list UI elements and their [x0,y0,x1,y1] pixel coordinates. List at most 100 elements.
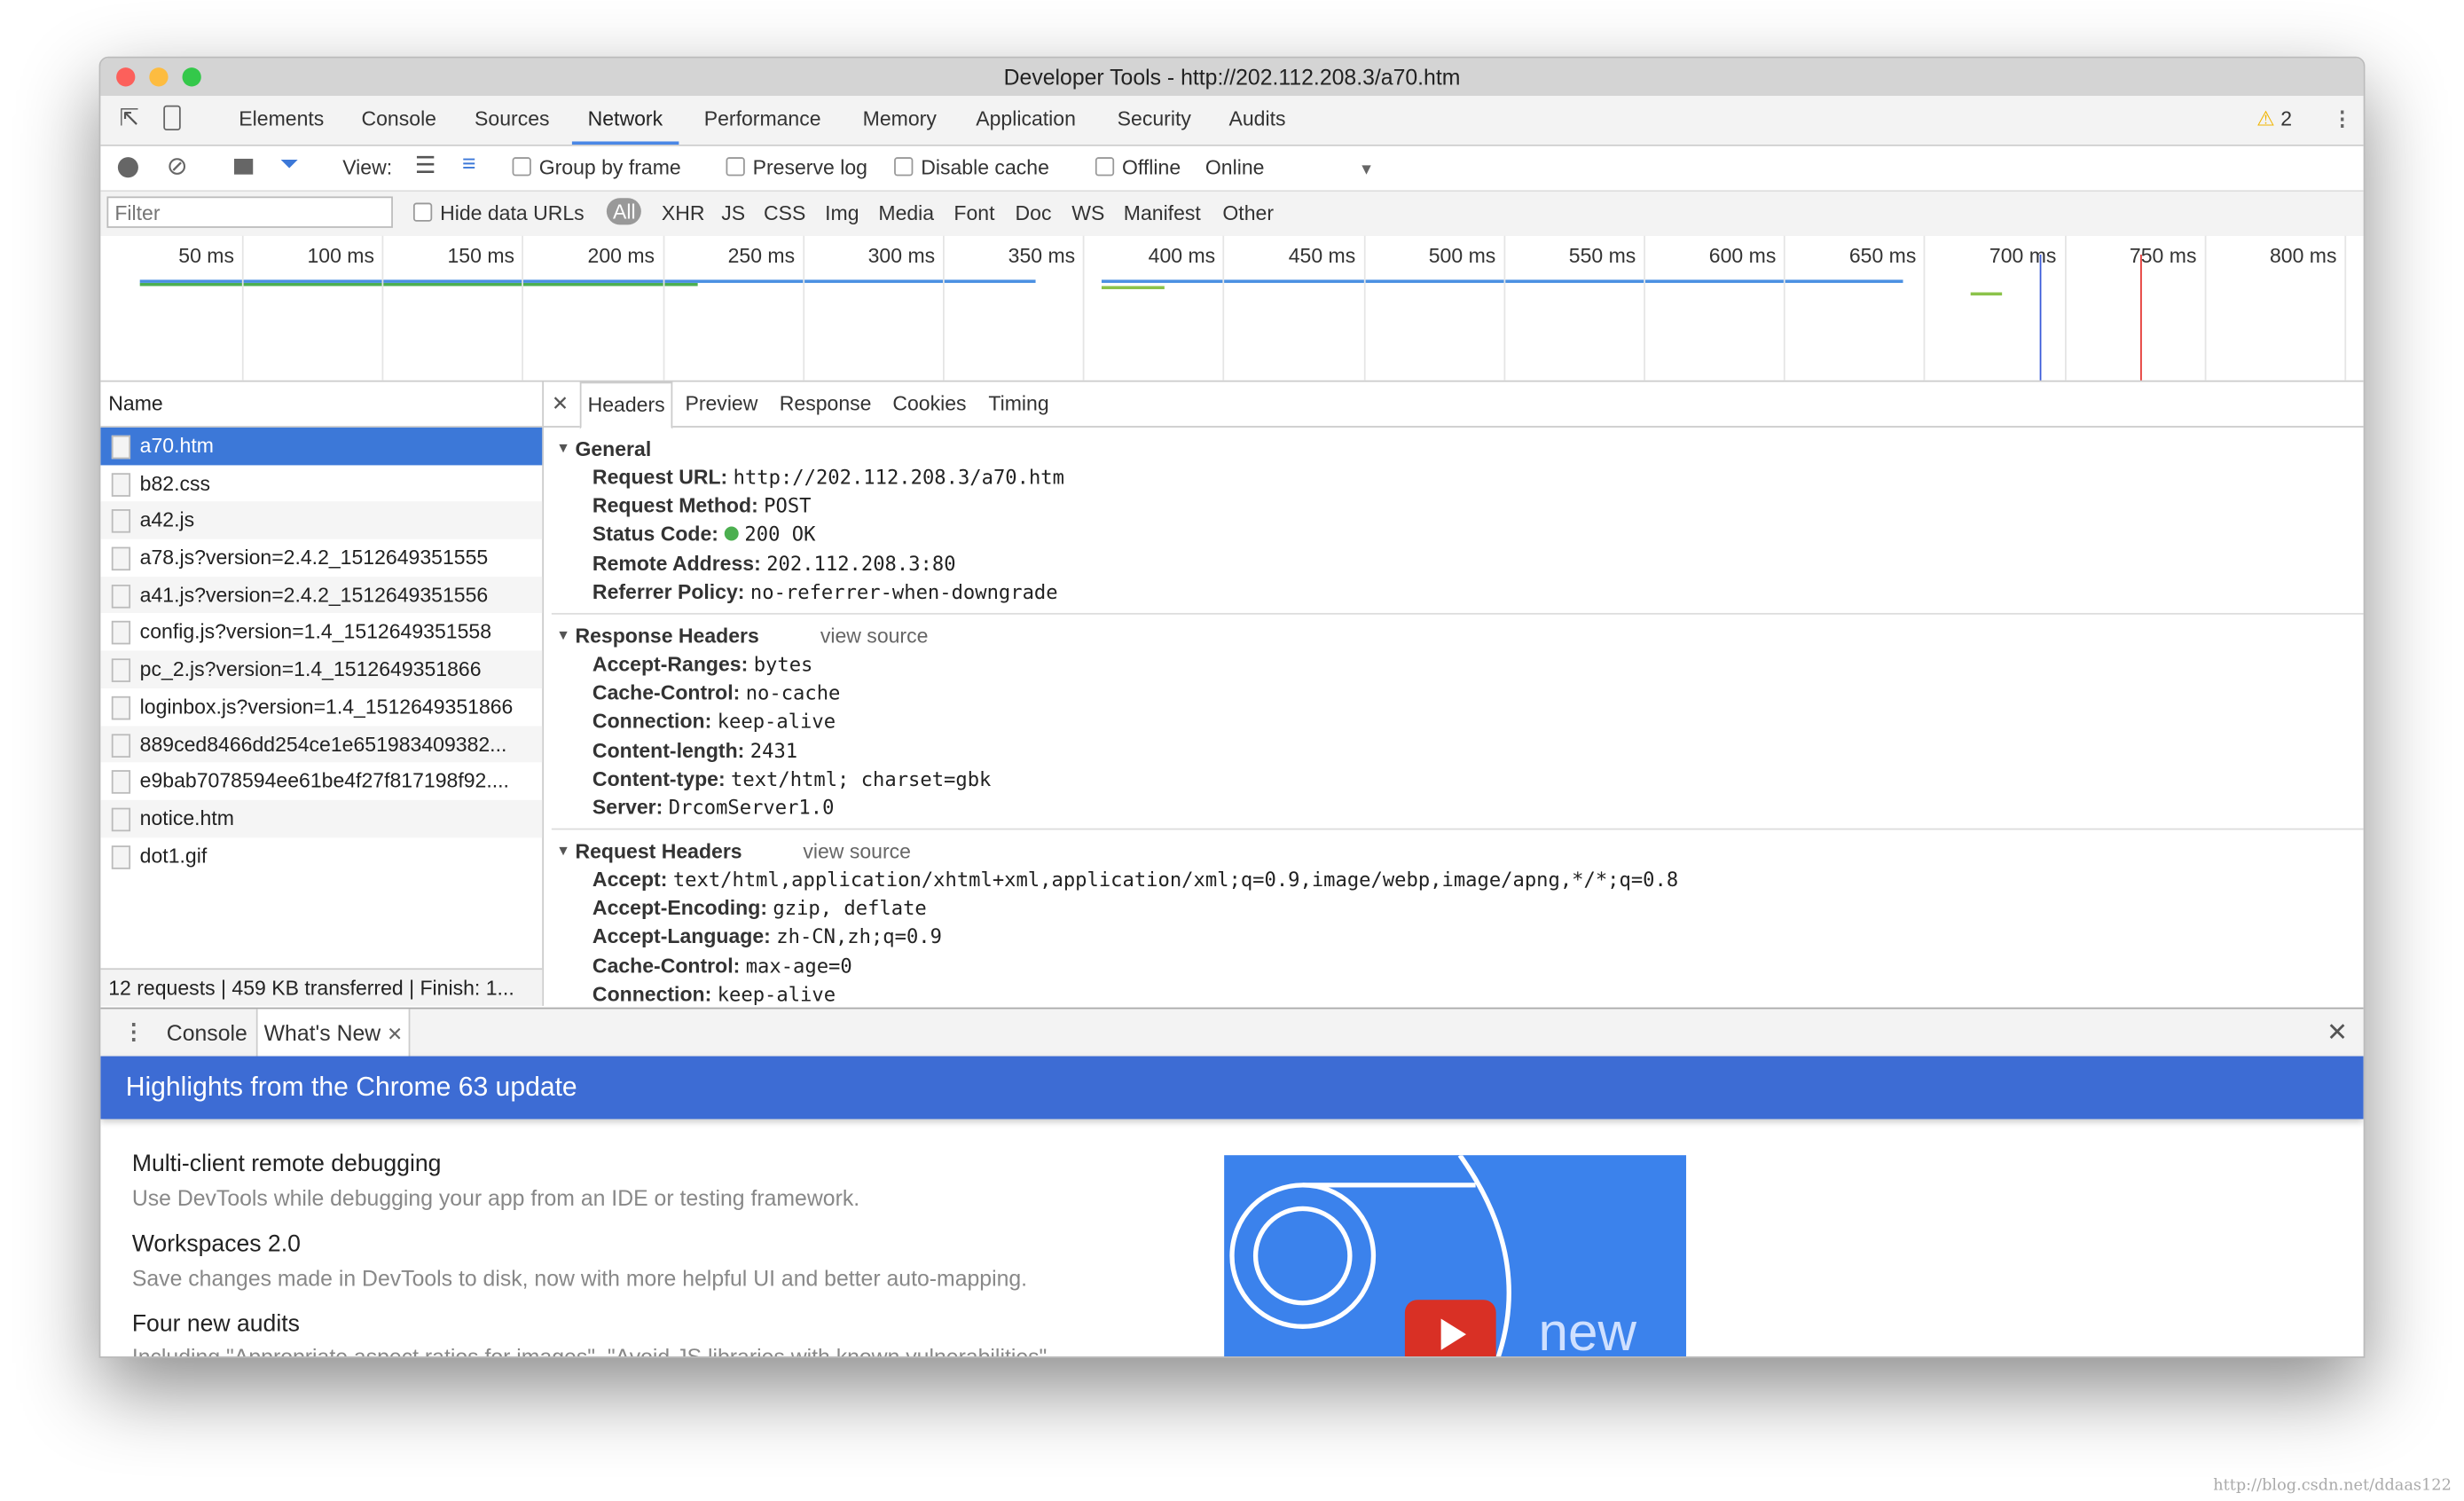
hide-data-urls-checkbox[interactable]: Hide data URLs [412,201,585,224]
maximize-window-button[interactable] [182,67,201,87]
name-column-header[interactable]: Name [100,382,543,428]
file-icon [111,658,131,683]
request-name: a42.js [139,507,195,532]
feature-title[interactable]: Workspaces 2.0 [132,1230,301,1257]
device-toolbar-icon[interactable] [163,96,181,143]
tab-audits[interactable]: Audits [1228,96,1285,143]
request-row[interactable]: dot1.gif [100,837,542,875]
drawer-tab-whats-new[interactable]: What's New ✕ [255,1009,411,1057]
header-row: Referrer Policy: no-referrer-when-downgr… [544,578,2364,607]
tab-performance[interactable]: Performance [704,96,821,143]
tab-cookies[interactable]: Cookies [892,382,966,427]
type-filter-ws[interactable]: WS [1071,201,1104,225]
clear-icon[interactable]: ⊘ [167,151,188,182]
waterfall-overview-icon[interactable]: ≡ [462,151,476,177]
feature-title[interactable]: Four new audits [132,1311,300,1338]
drawer-menu-icon[interactable]: ⋮ [122,1018,145,1045]
header-key: Remote Address: [592,551,761,575]
tab-memory[interactable]: Memory [863,96,937,143]
request-row[interactable]: pc_2.js?version=1.4_1512649351866 [100,650,543,688]
header-row: Server: DrcomServer1.0 [544,793,2364,821]
timeline-tick-label: 450 ms [1288,243,1356,268]
view-source-link[interactable]: view source [803,837,911,867]
timeline-tick-label: 650 ms [1848,243,1917,268]
tab-network[interactable]: Network [571,96,679,145]
type-filter-css[interactable]: CSS [764,201,805,225]
timeline-gridline [1503,235,1505,381]
whats-new-video-thumbnail[interactable]: new [1224,1155,1687,1356]
request-row[interactable]: a42.js [100,501,543,539]
timeline-tick-label: 700 ms [1989,243,2057,268]
tab-timing[interactable]: Timing [988,382,1048,427]
tab-preview[interactable]: Preview [685,382,757,427]
request-row[interactable]: a41.js?version=2.4.2_1512649351556 [100,576,543,614]
header-row: Connection: keep-alive [544,708,2364,736]
drawer-tab-console[interactable]: Console [167,1020,247,1045]
section-divider [551,612,2364,615]
section-request-header[interactable]: Request Headersview source [544,837,2364,867]
request-row[interactable]: a78.js?version=2.4.2_1512649351555 [100,539,542,577]
large-rows-icon[interactable]: ☰ [415,151,436,179]
type-filter-font[interactable]: Font [953,201,994,225]
tab-application[interactable]: Application [976,96,1076,143]
request-row[interactable]: e9bab7078594ee61be4f27f817198f92.... [100,763,542,800]
filter-input[interactable] [106,196,393,228]
type-filter-other[interactable]: Other [1222,201,1274,225]
inspect-element-icon[interactable]: ⇱ [120,96,139,143]
close-drawer-icon[interactable]: ✕ [2327,1017,2348,1048]
timeline-gridline [2344,235,2347,381]
timeline-bar [1101,279,1903,283]
type-filter-js[interactable]: JS [721,201,745,225]
section-general-header[interactable]: General [544,434,2364,464]
close-window-button[interactable] [116,67,136,87]
disable-cache-checkbox[interactable]: Disable cache [894,155,1049,179]
title-bar: Developer Tools - http://202.112.208.3/a… [100,58,2364,97]
request-row[interactable]: b82.css [100,465,542,502]
network-summary: 12 requests | 459 KB transferred | Finis… [100,968,543,1006]
header-key: Server: [592,795,663,819]
request-row[interactable]: config.js?version=1.4_1512649351558 [100,614,542,651]
overview-timeline[interactable]: 50 ms 100 ms 150 ms 200 ms 250 ms 300 ms 350 m… [100,235,2364,382]
view-source-link[interactable]: view source [820,621,929,651]
tab-sources[interactable]: Sources [475,96,550,143]
timeline-tick-label: 400 ms [1148,243,1216,268]
timeline-tick-label: 800 ms [2269,243,2337,268]
offline-checkbox[interactable]: Offline [1095,155,1181,179]
type-filter-doc[interactable]: Doc [1016,201,1052,225]
header-row: Accept: text/html,application/xhtml+xml,… [544,866,2364,894]
more-options-icon[interactable]: ⋮ [2332,96,2352,143]
close-detail-icon[interactable]: ✕ [552,382,569,427]
tab-headers[interactable]: Headers [579,381,673,429]
minimize-window-button[interactable] [149,67,169,87]
group-by-frame-checkbox[interactable]: Group by frame [512,155,681,179]
throttling-select[interactable]: Online ▼ [1205,155,1374,179]
capture-screenshots-icon[interactable] [233,158,254,175]
request-details: ✕ Headers Preview Response Cookies Timin… [544,381,2364,1006]
request-list: Name a70.htm b82.css a42.js a78.js?version=… [100,381,545,1006]
timeline-tick-label: 150 ms [447,243,515,268]
type-filter-xhr[interactable]: XHR [662,201,705,225]
type-filter-all[interactable]: All [606,198,642,225]
request-name: loginbox.js?version=1.4_1512649351866 [139,694,514,719]
type-filter-img[interactable]: Img [825,201,859,225]
request-row[interactable]: 889ced8466dd254ce1e651983409382... [100,725,543,763]
request-row[interactable]: a70.htm [100,427,543,465]
tab-elements[interactable]: Elements [239,96,324,143]
request-name: e9bab7078594ee61be4f27f817198f92.... [139,768,509,793]
feature-title[interactable]: Multi-client remote debugging [132,1151,442,1177]
request-row[interactable]: loginbox.js?version=1.4_1512649351866 [100,688,542,726]
warnings-badge[interactable]: ⚠ 2 [2256,96,2292,143]
record-icon[interactable] [117,157,138,178]
preserve-log-checkbox[interactable]: Preserve log [726,155,867,179]
close-tab-icon[interactable]: ✕ [387,1023,403,1045]
request-row[interactable]: notice.htm [100,799,543,837]
tab-console[interactable]: Console [361,96,436,143]
type-filter-manifest[interactable]: Manifest [1124,201,1201,225]
tab-response[interactable]: Response [780,382,872,427]
type-filter-media[interactable]: Media [878,201,934,225]
header-value: gzip, deflate [773,896,927,920]
section-response-header[interactable]: Response Headersview source [544,621,2364,651]
header-key: Request Method: [592,493,758,518]
tab-security[interactable]: Security [1118,96,1191,143]
filter-icon[interactable]: ⏷ [279,151,298,177]
